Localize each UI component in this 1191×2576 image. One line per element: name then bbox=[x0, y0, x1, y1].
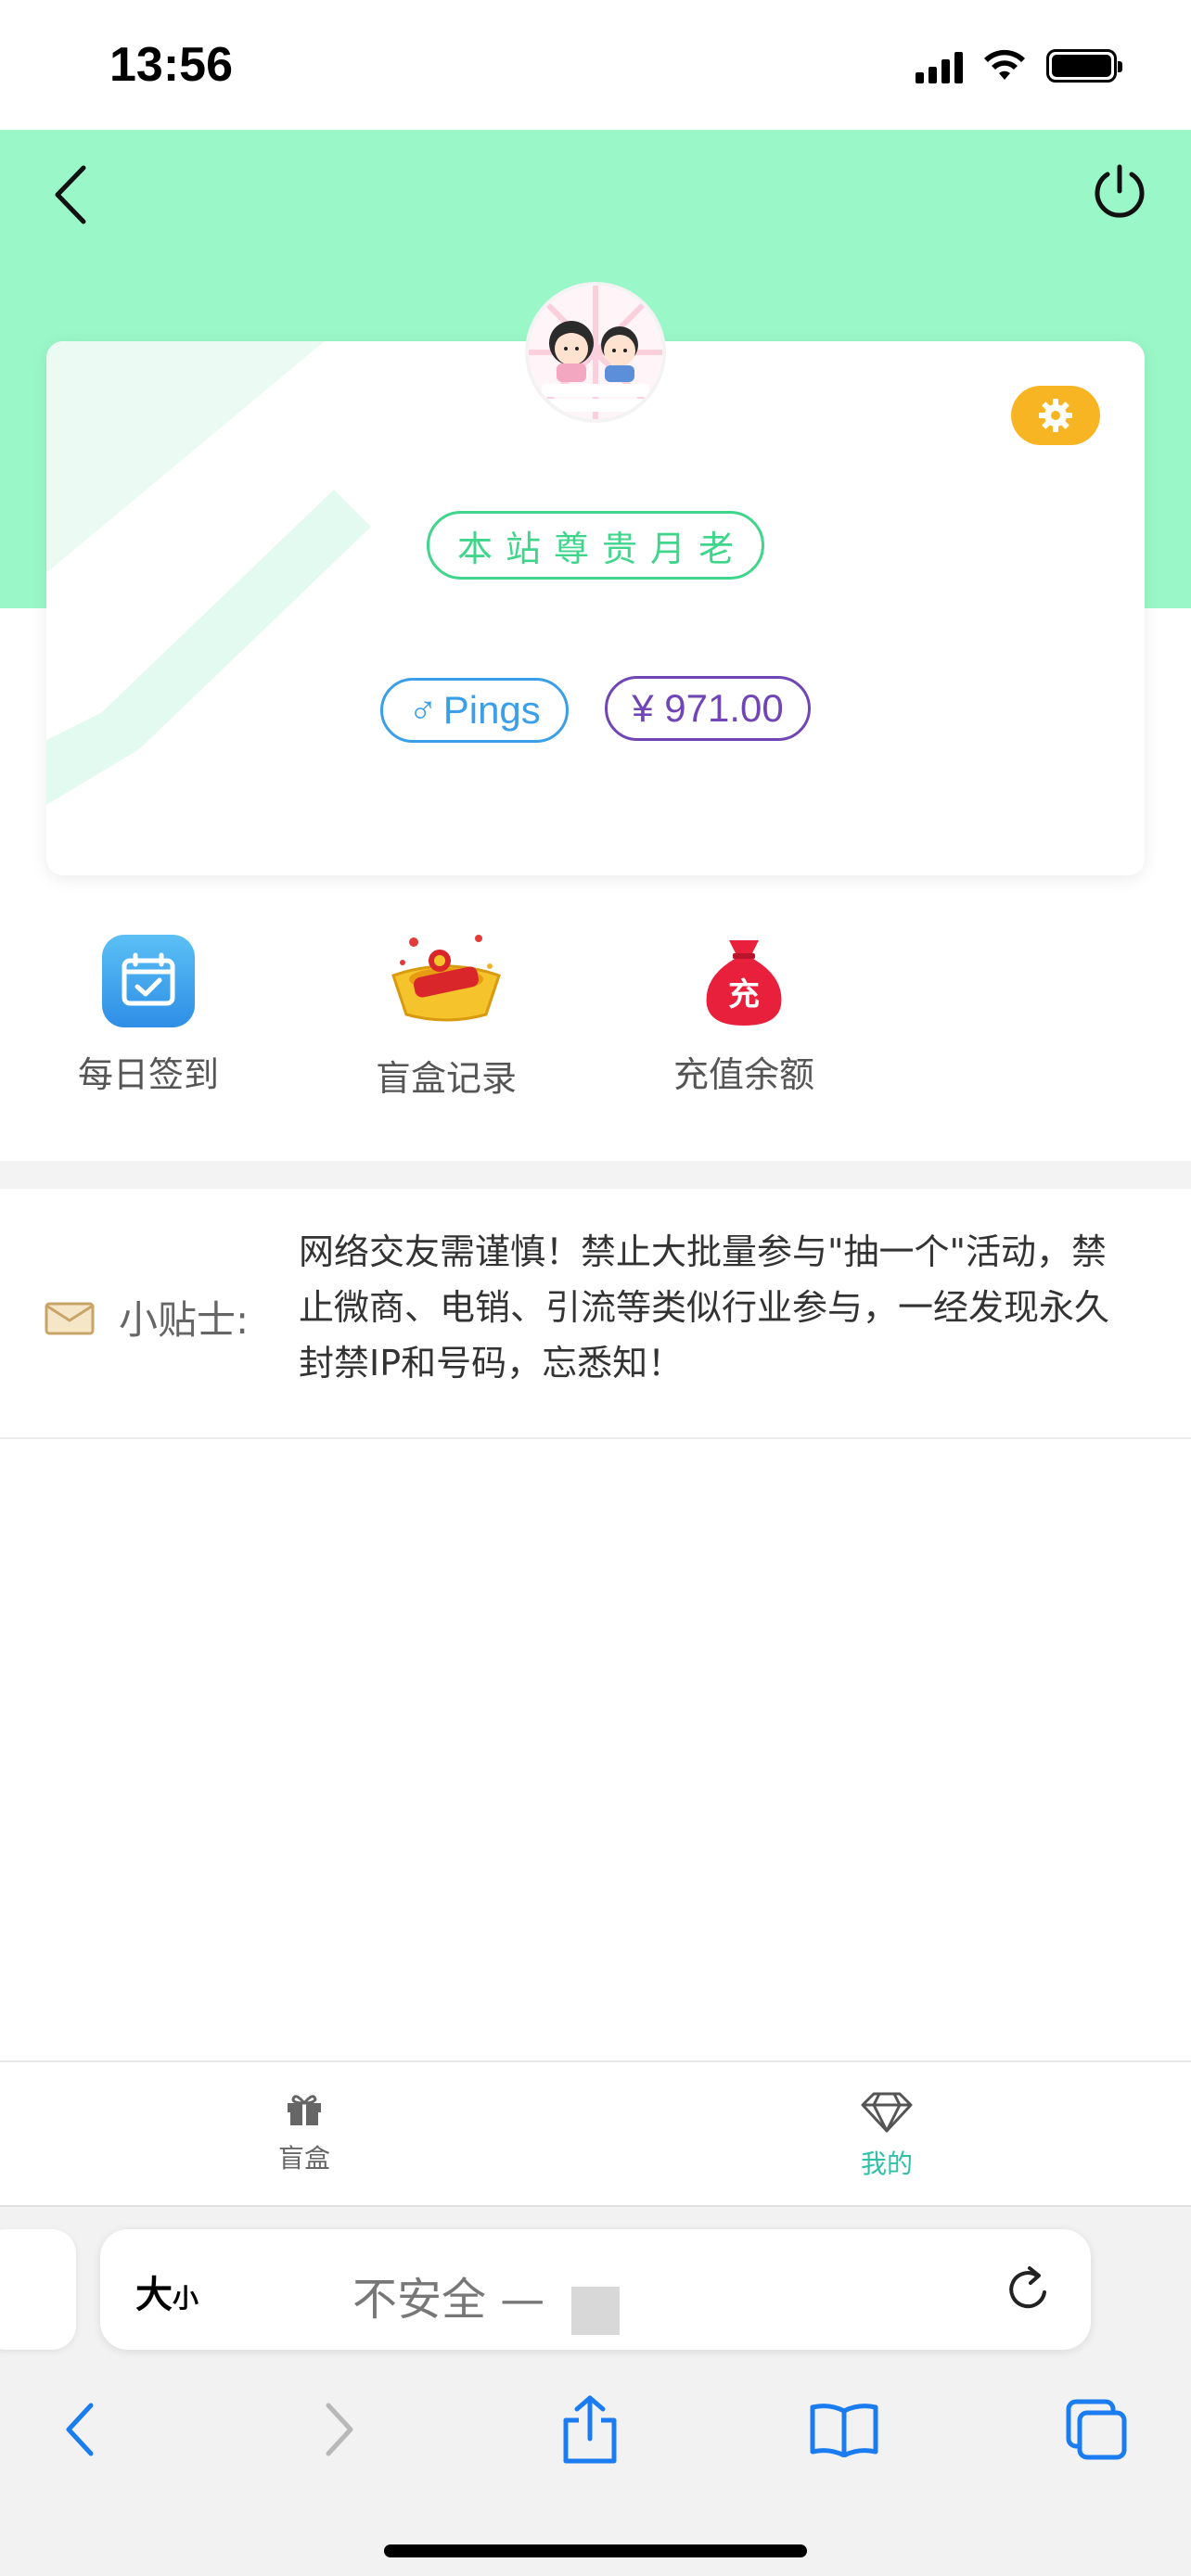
text-size-button[interactable]: 大小 bbox=[135, 2264, 198, 2318]
share-icon bbox=[563, 2395, 617, 2464]
tabs-button[interactable] bbox=[1059, 2392, 1133, 2467]
blind-box-records-label: 盲盒记录 bbox=[375, 1058, 517, 1099]
envelope-icon bbox=[45, 1302, 95, 1335]
section-divider bbox=[0, 1161, 1191, 1189]
status-bar: 13:56 bbox=[0, 0, 1191, 130]
text-size-small: 小 bbox=[173, 2283, 199, 2314]
card-decoration bbox=[46, 341, 371, 805]
reload-icon bbox=[1009, 2266, 1046, 2309]
cellular-signal-icon bbox=[916, 48, 963, 83]
back-button[interactable] bbox=[43, 158, 98, 232]
bottom-tab-bar: 盲盒 我的 bbox=[0, 2060, 1191, 2205]
address-bar[interactable]: 大小 不安全 — bbox=[100, 2229, 1091, 2350]
daily-checkin-label: 每日签到 bbox=[77, 1054, 219, 1095]
tip-notice: 小贴士: 网络交友需谨慎！禁止大批量参与"抽一个"活动，禁止微商、电销、引流等类… bbox=[0, 1189, 1191, 1439]
gift-icon bbox=[288, 2095, 321, 2125]
recharge-balance-label: 充值余额 bbox=[672, 1054, 814, 1095]
male-icon: ♂ bbox=[408, 688, 438, 732]
tab-mine[interactable]: 我的 bbox=[813, 2090, 961, 2181]
chevron-right-icon bbox=[326, 2403, 353, 2456]
bookmarks-button[interactable] bbox=[807, 2392, 881, 2467]
tab-blind-box-label: 盲盒 bbox=[277, 2143, 330, 2174]
avatar[interactable] bbox=[525, 282, 666, 423]
wifi-icon bbox=[984, 49, 1025, 80]
text-size-large: 大 bbox=[135, 2274, 173, 2316]
share-button[interactable] bbox=[553, 2392, 627, 2467]
browser-forward-button[interactable] bbox=[302, 2392, 377, 2467]
recharge-balance-button[interactable]: 充 充值余额 bbox=[651, 935, 837, 1097]
chevron-left-icon bbox=[55, 165, 86, 224]
settings-button[interactable] bbox=[1011, 386, 1100, 445]
chevron-left-icon bbox=[66, 2403, 94, 2456]
book-icon bbox=[810, 2404, 878, 2457]
balance-badge: ¥ 971.00 bbox=[605, 676, 811, 741]
tab-mine-label: 我的 bbox=[860, 2149, 913, 2179]
browser-back-button[interactable] bbox=[43, 2392, 117, 2467]
previous-tab-url-bar[interactable] bbox=[0, 2229, 76, 2350]
gold-ingot-icon bbox=[386, 929, 506, 1031]
browser-toolbar: 大小 不安全 — bbox=[0, 2205, 1191, 2576]
status-icons bbox=[916, 48, 1122, 83]
tip-label: 小贴士: bbox=[119, 1297, 250, 1343]
svg-text:充: 充 bbox=[728, 976, 760, 1014]
daily-checkin-button[interactable]: 每日签到 bbox=[56, 935, 241, 1097]
power-icon bbox=[1095, 164, 1145, 218]
tab-blind-box[interactable]: 盲盒 bbox=[230, 2090, 378, 2175]
gear-icon bbox=[1039, 399, 1072, 432]
logout-button[interactable] bbox=[1087, 159, 1152, 224]
tip-text: 网络交友需谨慎！禁止大批量参与"抽一个"活动，禁止微商、电销、引流等类似行业参与… bbox=[299, 1231, 1110, 1384]
username: Pings bbox=[442, 688, 541, 732]
reload-button[interactable] bbox=[1002, 2261, 1057, 2316]
user-title-badge: 本站尊贵月老 bbox=[427, 511, 764, 580]
status-time: 13:56 bbox=[109, 38, 233, 92]
diamond-icon bbox=[861, 2092, 913, 2133]
blind-box-records-button[interactable]: 盲盒记录 bbox=[353, 935, 539, 1101]
username-badge: ♂ Pings bbox=[380, 678, 569, 743]
url-text: 不安全 — bbox=[352, 2274, 545, 2326]
redacted-url bbox=[571, 2287, 620, 2335]
home-indicator bbox=[384, 2544, 807, 2557]
battery-icon bbox=[1046, 49, 1122, 83]
money-bag-icon: 充 bbox=[698, 935, 790, 1027]
calendar-check-icon bbox=[102, 935, 195, 1027]
tabs-icon bbox=[1066, 2399, 1127, 2460]
couple-avatar-image bbox=[529, 286, 662, 419]
